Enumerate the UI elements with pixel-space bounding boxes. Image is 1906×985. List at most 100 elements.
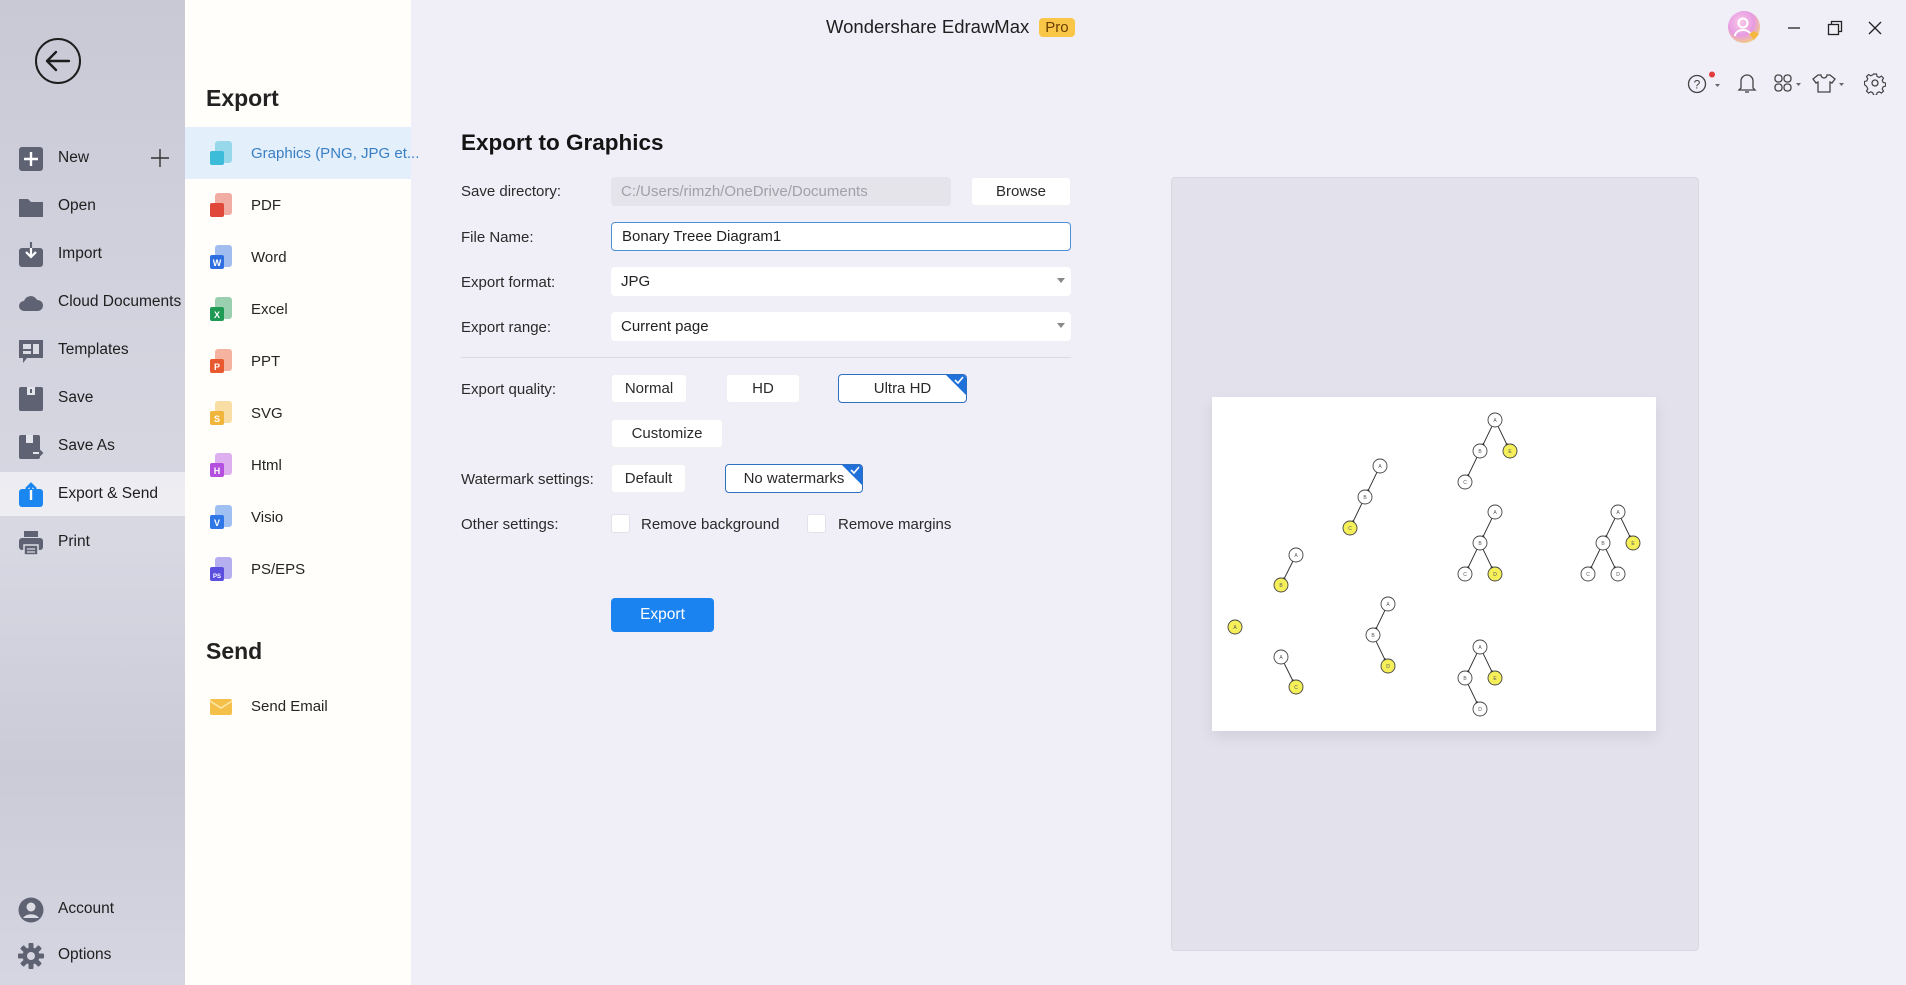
tree-node-label: C [1294, 685, 1298, 691]
excel-file-icon: X [210, 297, 232, 321]
export-range-select[interactable]: Current page [611, 312, 1071, 341]
nav-item-new[interactable]: New [0, 136, 185, 180]
help-icon: ? [1687, 71, 1720, 94]
file-name-input[interactable]: Bonary Treee Diagram1 [611, 222, 1071, 251]
export-range-value: Current page [621, 318, 709, 335]
apps-button[interactable] [1773, 71, 1805, 95]
nav-label-templates: Templates [58, 341, 129, 358]
file-name-label: File Name: [461, 229, 534, 246]
nav-item-export-send[interactable]: Export & Send [0, 472, 185, 516]
format-item-html[interactable]: H Html [185, 439, 411, 491]
tree-edge [1467, 684, 1478, 703]
notification-bell-icon [1737, 74, 1757, 93]
close-button[interactable] [1861, 14, 1889, 42]
export-format-value: JPG [621, 273, 651, 290]
export-button[interactable]: Export [611, 598, 714, 632]
remove-margins-label: Remove margins [838, 516, 952, 533]
checkmark-icon [850, 466, 860, 474]
nav-item-save[interactable]: Save [0, 376, 185, 420]
app-title: Wondershare EdrawMax Pro [826, 16, 1075, 38]
templates-icon [19, 340, 43, 363]
back-arrow-icon [45, 50, 71, 72]
send-email-item[interactable]: Send Email [185, 680, 411, 732]
save-directory-field: C:/Users/rimzh/OneDrive/Documents [611, 177, 951, 206]
send-heading: Send [206, 638, 263, 664]
back-button[interactable] [35, 38, 81, 84]
format-item-word[interactable]: W Word [185, 231, 411, 283]
format-item-graphics[interactable]: Graphics (PNG, JPG et... [185, 127, 419, 179]
binary-tree: ABC [1342, 458, 1388, 536]
svg-text:P: P [214, 362, 220, 372]
watermark-none-button[interactable]: No watermarks [725, 464, 863, 493]
file-name-value: Bonary Treee Diagram1 [622, 228, 782, 245]
nav-item-print[interactable]: Print [0, 520, 185, 564]
nav-item-templates[interactable]: Templates [0, 328, 185, 372]
format-item-ppt[interactable]: P PPT [185, 335, 411, 387]
pdf-file-icon [210, 193, 232, 217]
theme-button[interactable] [1811, 71, 1847, 95]
send-email-label: Send Email [251, 697, 328, 715]
remove-background-checkbox[interactable] [611, 514, 630, 533]
format-item-excel[interactable]: X Excel [185, 283, 411, 335]
add-plus-icon[interactable] [150, 148, 170, 168]
watermark-default-button[interactable]: Default [611, 464, 686, 493]
folder-icon [19, 199, 43, 217]
binary-tree: A [1227, 619, 1243, 635]
remove-margins-checkbox[interactable] [807, 514, 826, 533]
format-label: Html [251, 456, 282, 474]
restore-button[interactable] [1821, 14, 1849, 42]
theme-shirt-icon [1812, 74, 1844, 93]
tree-edge [1590, 549, 1601, 568]
quality-customize-button[interactable]: Customize [611, 419, 723, 448]
close-icon [1868, 21, 1882, 35]
nav-item-open[interactable]: Open [0, 184, 185, 228]
tree-edge [1482, 549, 1493, 568]
tree-edge [1620, 518, 1631, 537]
format-item-pdf[interactable]: PDF [185, 179, 411, 231]
export-format-select[interactable]: JPG [611, 267, 1071, 296]
tree-edge [1482, 653, 1493, 672]
visio-file-icon: V [210, 505, 232, 529]
remove-background-label: Remove background [641, 516, 780, 533]
new-icon [19, 147, 43, 171]
left-navigation: New Open Import Cloud Documents Template… [0, 0, 185, 985]
ps-eps-file-icon: PS [210, 557, 232, 581]
browse-button[interactable]: Browse [971, 177, 1071, 206]
tree-edge [1283, 561, 1294, 579]
settings-button[interactable] [1864, 71, 1886, 95]
format-item-svg[interactable]: S SVG [185, 387, 411, 439]
nav-label-new: New [58, 149, 90, 166]
nav-item-save-as[interactable]: Save As [0, 424, 185, 468]
notifications-button[interactable] [1736, 71, 1758, 95]
nav-item-import[interactable]: Import [0, 232, 185, 276]
nav-label-save-as: Save As [58, 437, 115, 454]
format-label: PS/EPS [251, 560, 306, 578]
svg-text:?: ? [1694, 78, 1701, 92]
svg-text:H: H [214, 466, 221, 476]
nav-item-cloud-documents[interactable]: Cloud Documents [0, 280, 185, 324]
user-avatar[interactable] [1727, 10, 1763, 46]
app-title-text: Wondershare EdrawMax [826, 16, 1030, 37]
form-title: Export to Graphics [461, 130, 664, 155]
dropdown-caret-icon [1057, 278, 1065, 283]
quality-normal-button[interactable]: Normal [611, 374, 687, 403]
minimize-button[interactable] [1780, 14, 1808, 42]
quality-ultra-hd-button[interactable]: Ultra HD [838, 374, 967, 403]
export-icon [19, 482, 43, 507]
help-button[interactable]: ? [1686, 71, 1722, 95]
quality-hd-button[interactable]: HD [726, 374, 800, 403]
email-icon [209, 699, 233, 715]
nav-item-options[interactable]: Options [0, 933, 185, 977]
export-format-label: Export format: [461, 274, 556, 291]
tree-edge [1467, 549, 1478, 568]
tree-edge [1482, 518, 1493, 537]
form-divider [461, 357, 1071, 358]
tree-edge [1367, 472, 1378, 491]
binary-tree: AB EC [1457, 412, 1518, 490]
format-label: Word [251, 248, 287, 266]
nav-label-open: Open [58, 197, 96, 214]
nav-item-account[interactable]: Account [0, 887, 185, 931]
format-item-visio[interactable]: V Visio [185, 491, 411, 543]
ppt-file-icon: P [210, 349, 232, 373]
format-item-pseps[interactable]: PS PS/EPS [185, 543, 411, 595]
